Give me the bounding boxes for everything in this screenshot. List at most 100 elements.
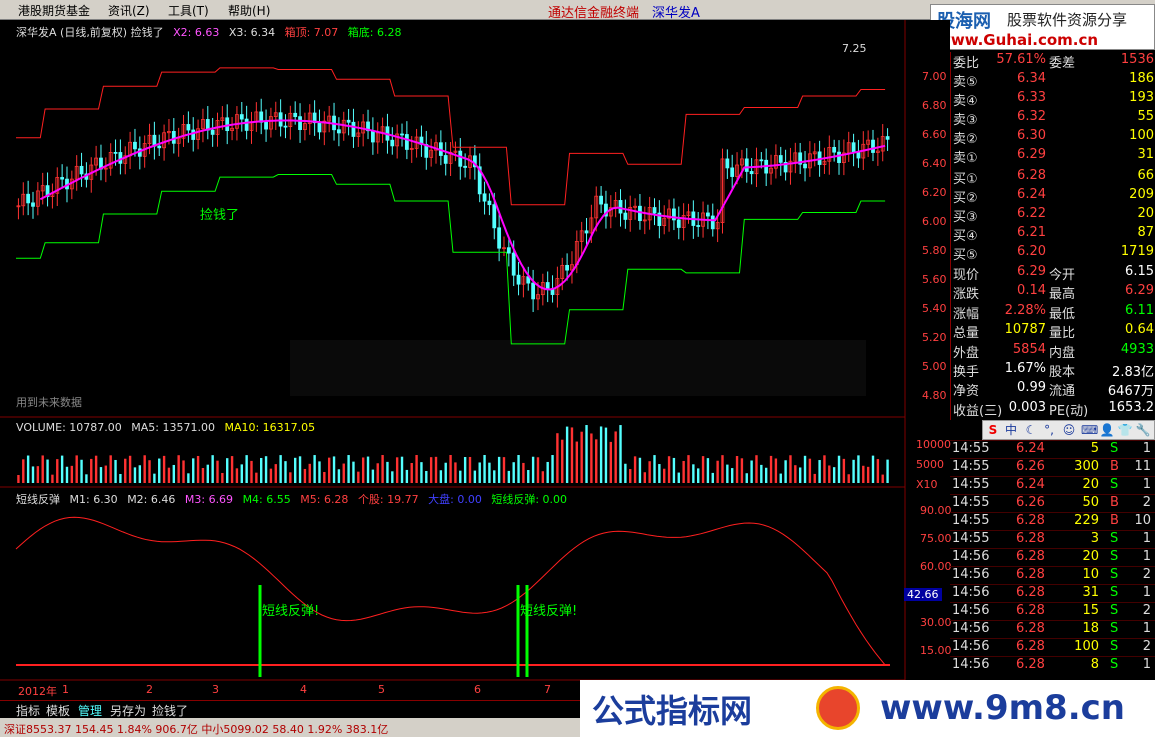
tab-save-as[interactable]: 另存为 [110,702,146,719]
keyboard-icon[interactable]: ⌨ [1081,423,1098,438]
ask-level-volume: 55 [1137,109,1154,124]
candle-body [676,219,681,228]
wrench-icon[interactable]: 🔧 [1135,423,1151,438]
volume-bar [211,455,214,483]
tick-side: S [1110,603,1119,618]
candle-body [133,141,137,150]
shirt-icon[interactable]: 👕 [1117,423,1133,438]
tick-row: 14:56 6.28 8 S 1 [950,656,1155,674]
future-data-note: 用到未来数据 [16,396,82,409]
volume-bar [463,457,467,483]
bid-level-label: 买③ [953,210,978,225]
volume-bar [158,458,161,483]
volume-bar [80,459,83,483]
candle-body [706,212,710,217]
volume-bar [614,431,617,483]
volume-bar [75,455,78,483]
ask-level-price: 6.30 [1017,128,1046,143]
volume-legend: VOLUME: 10787.00 MA5: 13571.00 MA10: 163… [16,421,321,434]
app-title: 通达信金融终端 [548,6,640,21]
sogou-icon[interactable]: S [985,423,1001,438]
date-axis-tick: 3 [212,683,219,696]
volume-bar [274,464,277,483]
menu-item-help[interactable]: 帮助(H) [228,2,270,19]
volume-bar [65,466,69,483]
price-legend-bottom: 箱底: 6.28 [347,26,402,39]
candle-body [298,116,302,131]
volume-bar [604,427,608,483]
tick-count: 11 [1134,459,1151,474]
tick-volume: 229 [1074,513,1099,528]
tab-indicator[interactable]: 指标 [16,702,40,719]
weibi-row: 委比 57.61% 委差 1536 [951,52,1155,71]
tick-price: 6.28 [1016,603,1045,618]
moon-icon[interactable]: ☾ [1023,423,1039,438]
tab-template[interactable]: 模板 [46,702,70,719]
volume-bar [410,463,413,483]
tick-row: 14:56 6.28 100 S 2 [950,638,1155,656]
osc-legend-dapan: 大盘: 0.00 [428,493,482,506]
volume-bar [347,455,350,483]
candle-body [186,124,191,131]
punctuation-icon[interactable]: °, [1041,423,1057,438]
tick-volume: 20 [1082,549,1099,564]
tick-time: 14:55 [952,459,990,474]
box-top-line [16,67,886,206]
volume-bar [774,458,778,483]
tick-time: 14:56 [952,621,990,636]
volume-bar [386,461,389,483]
ask-level-label: 卖③ [953,113,978,128]
ask-level-volume: 186 [1129,71,1154,86]
volume-bar [366,456,370,483]
chart-canvas[interactable] [0,20,950,700]
candle-body [565,264,570,271]
buy-signal-label: 捡钱了 [200,208,240,223]
tick-side: S [1110,585,1119,600]
volume-bar [803,455,807,483]
volume-bar [764,467,768,483]
volume-bar [493,470,496,483]
volume-bar [284,461,287,483]
tick-row: 14:56 6.28 20 S 1 [950,548,1155,566]
chinese-mode-icon[interactable]: 中 [1003,423,1019,438]
menu-item-hk-futures[interactable]: 港股期货基金 [18,2,90,19]
price-axis-tick: 5.80 [922,244,947,257]
user-icon[interactable]: 👤 [1099,423,1115,438]
volume-bar [687,455,690,483]
menu-item-tools[interactable]: 工具(T) [168,2,209,19]
volume-bar [459,470,462,483]
volume-bar [658,464,661,483]
menu-item-news[interactable]: 资讯(Z) [108,2,150,19]
chart-area[interactable]: 深华发A (日线,前复权) 捡钱了 X2: 6.63 X3: 6.34 箱顶: … [0,20,952,700]
tab-manage[interactable]: 管理 [78,702,102,719]
volume-bar [735,456,739,483]
tab-jianqianle[interactable]: 捡钱了 [152,702,188,719]
volume-bar [124,458,127,483]
stat-label-2: 最低 [1049,306,1076,322]
price-axis-tick: 6.00 [922,215,947,228]
volume-bar [633,456,637,483]
candle-body [283,125,288,128]
volume-bar [90,458,93,483]
volume-bar [143,455,146,483]
osc-legend-m1: M1: 6.30 [69,493,118,506]
bid-level-price: 6.20 [1017,244,1046,259]
price-legend-top: 箱顶: 7.07 [284,26,339,39]
tick-count: 1 [1142,585,1151,600]
candle-body [191,129,196,140]
volume-bar [371,469,375,483]
tick-price: 6.28 [1016,585,1045,600]
tick-volume: 3 [1090,531,1099,546]
volume-bar [279,455,282,483]
candle-body [851,142,856,154]
stat-row: 净资 0.99 流通 6467万 [951,380,1155,399]
volume-bar [638,457,642,483]
smile-icon[interactable]: ☺ [1061,423,1077,438]
volume-bar [240,464,243,483]
volume-bar [798,467,802,483]
volume-bar [672,457,676,483]
tick-volume: 5 [1090,441,1099,456]
candle-body [531,282,536,300]
status-index-text: 深证8553.37 154.45 1.84% 906.7亿 中小5099.02 … [4,723,389,736]
volume-bar [94,455,98,483]
